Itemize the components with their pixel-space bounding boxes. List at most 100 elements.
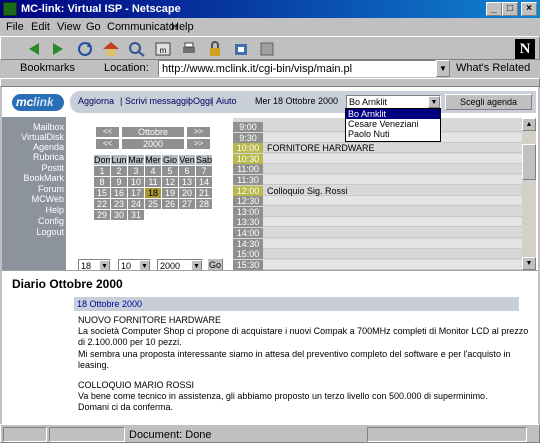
schedule-slot[interactable]: 12:30 <box>233 196 522 207</box>
calendar-day[interactable]: 26 <box>162 199 178 209</box>
calendar-day[interactable]: 7 <box>196 166 212 176</box>
user-option[interactable]: Bo Arnklit <box>346 109 440 119</box>
schedule-slot[interactable]: 12:00 Colloquio Sig. Rossi <box>233 185 522 196</box>
sidebar-item-postit[interactable]: Postit <box>41 163 64 173</box>
schedule-slot[interactable]: 10:30 <box>233 153 522 164</box>
calendar-day[interactable]: 11 <box>145 177 161 187</box>
schedule-slot[interactable]: 14:30 <box>233 238 522 249</box>
calendar-day[interactable]: 5 <box>162 166 178 176</box>
scroll-down-icon[interactable]: ▼ <box>522 257 536 270</box>
print-icon[interactable] <box>179 40 199 58</box>
schedule-slot[interactable]: 13:00 <box>233 206 522 217</box>
weekday-header: Sab <box>196 155 213 165</box>
scegli-agenda-button[interactable]: Scegli agenda <box>445 94 532 110</box>
schedule-slot[interactable]: 11:30 <box>233 175 522 185</box>
calendar-day[interactable]: 1 <box>94 166 110 176</box>
sidebar-item-bookmark[interactable]: BookMark <box>23 173 64 183</box>
chevron-down-icon[interactable]: ▼ <box>428 96 440 108</box>
sidebar-item-virtualdisk[interactable]: VirtualDisk <box>21 132 64 142</box>
prev-year-button[interactable]: << <box>96 139 119 149</box>
calendar-day[interactable]: 20 <box>179 188 195 198</box>
calendar-day[interactable]: 6 <box>179 166 195 176</box>
nav-scrivi-messaggio[interactable]: Scrivi messaggio <box>125 96 193 106</box>
security-icon[interactable] <box>205 40 225 58</box>
my-netscape-icon[interactable]: m <box>153 40 173 58</box>
calendar-day[interactable]: 2 <box>111 166 127 176</box>
scroll-thumb[interactable] <box>522 144 536 180</box>
nav-aiuto[interactable]: Aiuto <box>216 96 237 106</box>
search-icon[interactable] <box>127 40 147 58</box>
calendar-day[interactable]: 16 <box>111 188 127 198</box>
slot-event[interactable]: Colloquio Sig. Rossi <box>267 186 348 196</box>
calendar-day[interactable]: 15 <box>94 188 110 198</box>
stop-icon[interactable] <box>257 40 277 58</box>
bookmarks-button[interactable]: Bookmarks <box>20 62 75 74</box>
calendar-day[interactable]: 14 <box>196 177 212 187</box>
menu-go[interactable]: Go <box>86 21 101 33</box>
sidebar-item-rubrica[interactable]: Rubrica <box>33 152 64 162</box>
menu-help[interactable]: Help <box>171 21 194 33</box>
calendar-day[interactable]: 8 <box>94 177 110 187</box>
calendar-day[interactable]: 4 <box>145 166 161 176</box>
schedule-slot[interactable]: 11:00 <box>233 164 522 175</box>
slot-event[interactable]: FORNITORE HARDWARE <box>267 143 375 153</box>
calendar-day[interactable]: 27 <box>179 199 195 209</box>
nav-aggiorna[interactable]: Aggiorna <box>78 96 114 106</box>
menu-view[interactable]: View <box>57 21 81 33</box>
calendar-day[interactable]: 22 <box>94 199 110 209</box>
prev-month-button[interactable]: << <box>96 127 119 137</box>
calendar-day[interactable]: 19 <box>162 188 178 198</box>
minimize-button[interactable]: _ <box>486 2 502 16</box>
close-button[interactable]: × <box>521 2 537 16</box>
schedule-slot[interactable]: 10:00 FORNITORE HARDWARE <box>233 143 522 154</box>
schedule-slot[interactable]: 15:30 <box>233 259 522 270</box>
calendar-day[interactable]: 31 <box>128 210 144 220</box>
calendar-day[interactable]: 23 <box>111 199 127 209</box>
schedule-slot[interactable]: 13:30 <box>233 217 522 228</box>
home-icon[interactable] <box>101 40 121 58</box>
user-option[interactable]: Cesare Veneziani <box>346 119 440 129</box>
next-year-button[interactable]: >> <box>187 139 210 149</box>
url-field[interactable]: http://www.mclink.it/cgi-bin/visp/main.p… <box>158 60 436 77</box>
sidebar-item-help[interactable]: Help <box>45 205 64 215</box>
nav-oggi[interactable]: Oggi <box>193 96 212 106</box>
calendar-day[interactable]: 12 <box>162 177 178 187</box>
forward-icon[interactable] <box>49 40 69 58</box>
maximize-button[interactable]: □ <box>502 2 518 16</box>
schedule-slot[interactable]: 15:00 <box>233 249 522 260</box>
sidebar-item-mailbox[interactable]: Mailbox <box>33 122 64 132</box>
toolbar-grip[interactable] <box>0 78 540 87</box>
sidebar-item-config[interactable]: Config <box>38 216 64 226</box>
menu-communicator[interactable]: Communicator <box>107 21 179 33</box>
calendar-day[interactable]: 17 <box>128 188 144 198</box>
url-dropdown-icon[interactable]: ▼ <box>436 60 450 77</box>
back-icon[interactable] <box>23 40 43 58</box>
sidebar-item-forum[interactable]: Forum <box>38 184 64 194</box>
sidebar-item-logout[interactable]: Logout <box>36 227 64 237</box>
shop-icon[interactable] <box>231 40 251 58</box>
schedule-slot[interactable]: 14:00 <box>233 228 522 238</box>
reload-icon[interactable] <box>75 40 95 58</box>
calendar-day[interactable]: 25 <box>145 199 161 209</box>
sidebar-item-mcweb[interactable]: MCWeb <box>32 194 64 204</box>
calendar-day-today[interactable]: 18 <box>145 188 161 198</box>
calendar-day[interactable]: 10 <box>128 177 144 187</box>
calendar-day[interactable]: 30 <box>111 210 127 220</box>
calendar-day[interactable]: 21 <box>196 188 212 198</box>
calendar-day[interactable]: 29 <box>94 210 110 220</box>
calendar-day[interactable]: 9 <box>111 177 127 187</box>
user-option[interactable]: Paolo Nuti <box>346 129 440 139</box>
sidebar-item-agenda[interactable]: Agenda <box>33 142 64 152</box>
scroll-up-icon[interactable]: ▲ <box>522 118 536 131</box>
calendar-day[interactable]: 3 <box>128 166 144 176</box>
schedule-scrollbar[interactable]: ▲ ▼ <box>522 118 536 270</box>
user-select[interactable]: Bo Arnklit ▼ <box>346 95 441 109</box>
next-month-button[interactable]: >> <box>187 127 210 137</box>
menu-edit[interactable]: Edit <box>31 21 50 33</box>
whats-related-button[interactable]: What's Related <box>456 62 530 74</box>
calendar-day[interactable]: 24 <box>128 199 144 209</box>
security-status-icon[interactable] <box>3 427 47 442</box>
menu-file[interactable]: File <box>6 21 24 33</box>
calendar-day[interactable]: 28 <box>196 199 212 209</box>
calendar-day[interactable]: 13 <box>179 177 195 187</box>
